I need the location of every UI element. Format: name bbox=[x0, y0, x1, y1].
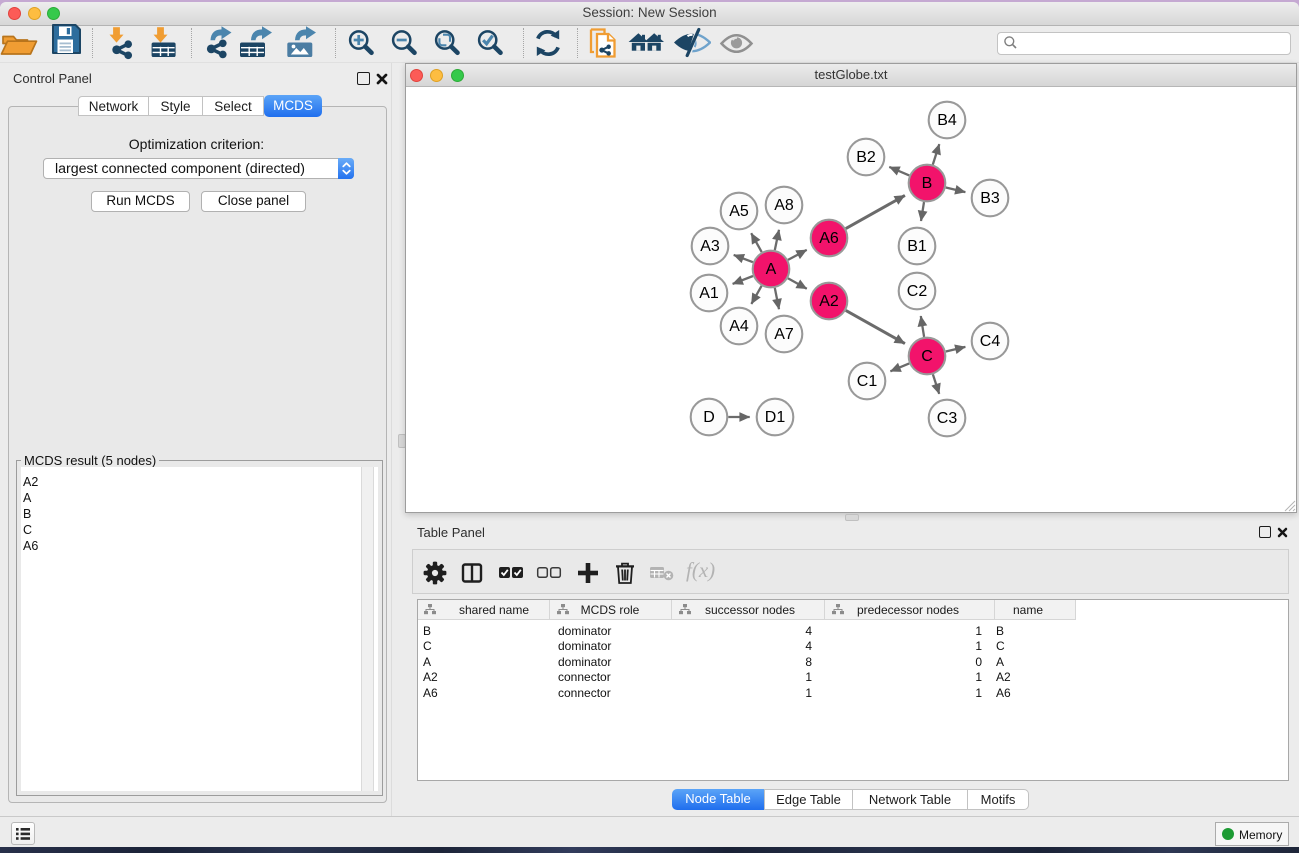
svg-text:C1: C1 bbox=[857, 373, 878, 390]
svg-text:B2: B2 bbox=[856, 149, 876, 166]
svg-text:A: A bbox=[766, 261, 777, 278]
svg-text:B4: B4 bbox=[937, 112, 957, 129]
svg-text:D: D bbox=[703, 409, 715, 426]
svg-text:A4: A4 bbox=[729, 318, 749, 335]
svg-text:A8: A8 bbox=[774, 197, 794, 214]
svg-text:B3: B3 bbox=[980, 190, 1000, 207]
svg-text:B1: B1 bbox=[907, 238, 927, 255]
svg-text:B: B bbox=[922, 175, 933, 192]
svg-text:A7: A7 bbox=[774, 326, 794, 343]
svg-text:A3: A3 bbox=[700, 238, 720, 255]
svg-text:A6: A6 bbox=[819, 230, 839, 247]
svg-text:A1: A1 bbox=[699, 285, 719, 302]
svg-text:D1: D1 bbox=[765, 409, 786, 426]
svg-text:A5: A5 bbox=[729, 203, 749, 220]
svg-text:C: C bbox=[921, 348, 933, 365]
svg-text:A2: A2 bbox=[819, 293, 839, 310]
svg-text:C4: C4 bbox=[980, 333, 1001, 350]
svg-text:C2: C2 bbox=[907, 283, 928, 300]
svg-text:C3: C3 bbox=[937, 410, 958, 427]
